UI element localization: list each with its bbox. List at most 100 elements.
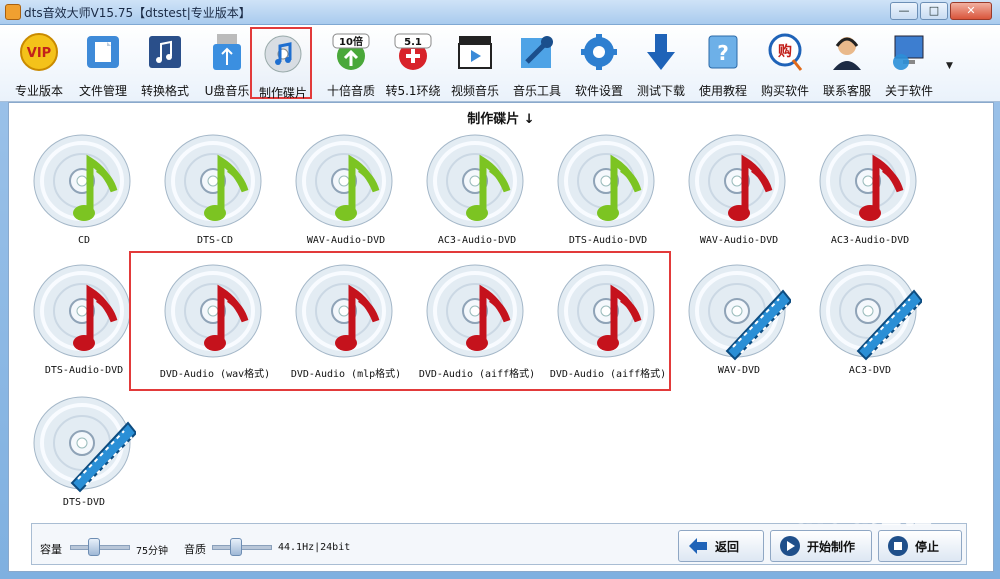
toolbar-label: 关于软件 xyxy=(884,84,933,98)
start-button[interactable]: 开始制作 xyxy=(770,530,872,562)
capacity-value: 75分钟 xyxy=(136,546,169,557)
window-title: dts音效大师V15.75【dtstest|专业版本】 xyxy=(24,6,251,20)
vip-icon: VIP xyxy=(19,32,59,72)
disc-caption: WAV-Audio-DVD xyxy=(306,235,386,246)
capacity-label: 容量 xyxy=(40,543,62,556)
stop-label: 停止 xyxy=(915,540,940,554)
quality-value: 44.1Hz|24bit xyxy=(278,542,351,553)
quality-label: 音质 xyxy=(184,543,206,556)
toolbar-button-3[interactable]: 转换格式 xyxy=(134,27,196,99)
disc-caption: AC3-DVD xyxy=(848,365,892,376)
svg-text:?: ? xyxy=(717,41,729,65)
toolbar-more-arrow-icon[interactable]: ▼ xyxy=(946,61,953,71)
disc-caption: DTS-CD xyxy=(196,235,234,246)
svg-text:5.1: 5.1 xyxy=(404,37,422,48)
toolbar-label: 文件管理 xyxy=(78,84,127,98)
title-bar[interactable]: dts音效大师V15.75【dtstest|专业版本】 — □ ✕ xyxy=(0,0,1000,25)
disc-caption: CD xyxy=(77,235,91,246)
toolbar-button-1[interactable]: VIP 专业版本 xyxy=(8,27,70,99)
disc-caption: WAV-DVD xyxy=(717,365,761,376)
start-label: 开始制作 xyxy=(807,540,856,554)
toolbar-button-2[interactable]: 文件管理 xyxy=(72,27,134,99)
disc-caption: DTS-Audio-DVD xyxy=(568,235,648,246)
toolbar-label: 购买软件 xyxy=(760,84,809,98)
file-icon xyxy=(83,32,123,72)
main-toolbar: VIP 专业版本 文件管理 转换格式 U盘音乐 制作碟片 10倍十倍音质 5.1 转5.1环绕视… xyxy=(0,25,1000,102)
maximize-button[interactable]: □ xyxy=(920,2,948,20)
toolbar-button-6[interactable]: 10倍十倍音质 xyxy=(320,27,382,99)
disc-option-13[interactable]: WAV-DVD xyxy=(674,261,804,381)
svg-text:购: 购 xyxy=(778,43,792,60)
back-label: 返回 xyxy=(715,540,740,554)
video-music-icon xyxy=(455,32,495,72)
play-icon xyxy=(780,536,800,556)
disc-option-2[interactable]: DTS-CD xyxy=(150,131,280,251)
disc-option-15[interactable]: DTS-DVD xyxy=(19,393,149,513)
stop-icon xyxy=(888,536,908,556)
minimize-button[interactable]: — xyxy=(890,2,918,20)
surround-51-icon: 5.1 xyxy=(393,32,433,72)
toolbar-button-12[interactable]: ? 使用教程 xyxy=(692,27,754,99)
disc-option-5[interactable]: DTS-Audio-DVD xyxy=(543,131,673,251)
quality-slider-track[interactable] xyxy=(212,545,272,550)
quality-slider-thumb[interactable] xyxy=(230,538,242,556)
svg-text:VIP: VIP xyxy=(27,46,51,61)
app-icon xyxy=(5,4,21,20)
highlight-box xyxy=(129,251,671,391)
disc-option-4[interactable]: AC3-Audio-DVD xyxy=(412,131,542,251)
help-book-icon: ? xyxy=(703,32,743,72)
toolbar-button-13[interactable]: 购购买软件 xyxy=(754,27,816,99)
toolbar-label: 转5.1环绕 xyxy=(385,84,441,98)
toolbar-button-8[interactable]: 视频音乐 xyxy=(444,27,506,99)
toolbar-label: 联系客服 xyxy=(822,84,871,98)
toolbar-label: 音乐工具 xyxy=(512,84,561,98)
download-arrow-icon xyxy=(641,32,681,72)
convert-icon xyxy=(145,32,185,72)
section-title: 制作碟片 ↓ xyxy=(467,112,535,127)
app-window: dts音效大师V15.75【dtstest|专业版本】 — □ ✕ VIP 专业版… xyxy=(0,0,1000,579)
music-tools-icon xyxy=(517,32,557,72)
disc-option-3[interactable]: WAV-Audio-DVD xyxy=(281,131,411,251)
about-computer-icon xyxy=(889,32,929,72)
disc-caption: AC3-Audio-DVD xyxy=(830,235,910,246)
toolbar-button-14[interactable]: 联系客服 xyxy=(816,27,878,99)
disc-music-icon xyxy=(263,34,303,74)
watermark-text: Baidu经验 xyxy=(770,496,934,531)
disc-option-1[interactable]: CD xyxy=(19,131,149,251)
disc-caption: DTS-DVD xyxy=(62,497,106,508)
toolbar-label: 十倍音质 xyxy=(326,84,375,98)
toolbar-button-4[interactable]: U盘音乐 xyxy=(196,27,258,99)
capacity-slider-track[interactable] xyxy=(70,545,130,550)
toolbar-label: 使用教程 xyxy=(698,84,747,98)
disc-caption: WAV-Audio-DVD xyxy=(699,235,779,246)
support-headset-icon xyxy=(827,32,867,72)
toolbar-label: 专业版本 xyxy=(14,84,63,98)
toolbar-button-15[interactable]: 关于软件 xyxy=(878,27,940,99)
toolbar-button-11[interactable]: 测试下载 xyxy=(630,27,692,99)
disc-caption: AC3-Audio-DVD xyxy=(437,235,517,246)
toolbar-button-5[interactable]: 制作碟片 xyxy=(250,27,312,100)
toolbar-button-10[interactable]: 软件设置 xyxy=(568,27,630,99)
disc-option-7[interactable]: AC3-Audio-DVD xyxy=(805,131,935,251)
toolbar-label: 视频音乐 xyxy=(450,84,499,98)
toolbar-label: 测试下载 xyxy=(636,84,685,98)
window-controls: — □ ✕ xyxy=(890,2,992,20)
settings-gear-icon xyxy=(579,32,619,72)
toolbar-button-7[interactable]: 5.1 转5.1环绕 xyxy=(382,27,444,99)
disc-option-14[interactable]: AC3-DVD xyxy=(805,261,935,381)
stop-button[interactable]: 停止 xyxy=(878,530,962,562)
buy-icon: 购 xyxy=(765,32,805,72)
capacity-slider-thumb[interactable] xyxy=(88,538,100,556)
10x-quality-icon: 10倍 xyxy=(331,32,371,72)
back-arrow-icon xyxy=(689,538,707,554)
toolbar-label: 软件设置 xyxy=(574,84,623,98)
toolbar-label: 转换格式 xyxy=(140,84,189,98)
toolbar-label: U盘音乐 xyxy=(204,84,250,98)
disc-option-6[interactable]: WAV-Audio-DVD xyxy=(674,131,804,251)
svg-text:10倍: 10倍 xyxy=(339,35,363,48)
back-button[interactable]: 返回 xyxy=(678,530,764,562)
toolbar-label: 制作碟片 xyxy=(258,86,307,100)
toolbar-button-9[interactable]: 音乐工具 xyxy=(506,27,568,99)
close-button[interactable]: ✕ xyxy=(950,2,992,20)
usb-icon xyxy=(207,32,247,72)
